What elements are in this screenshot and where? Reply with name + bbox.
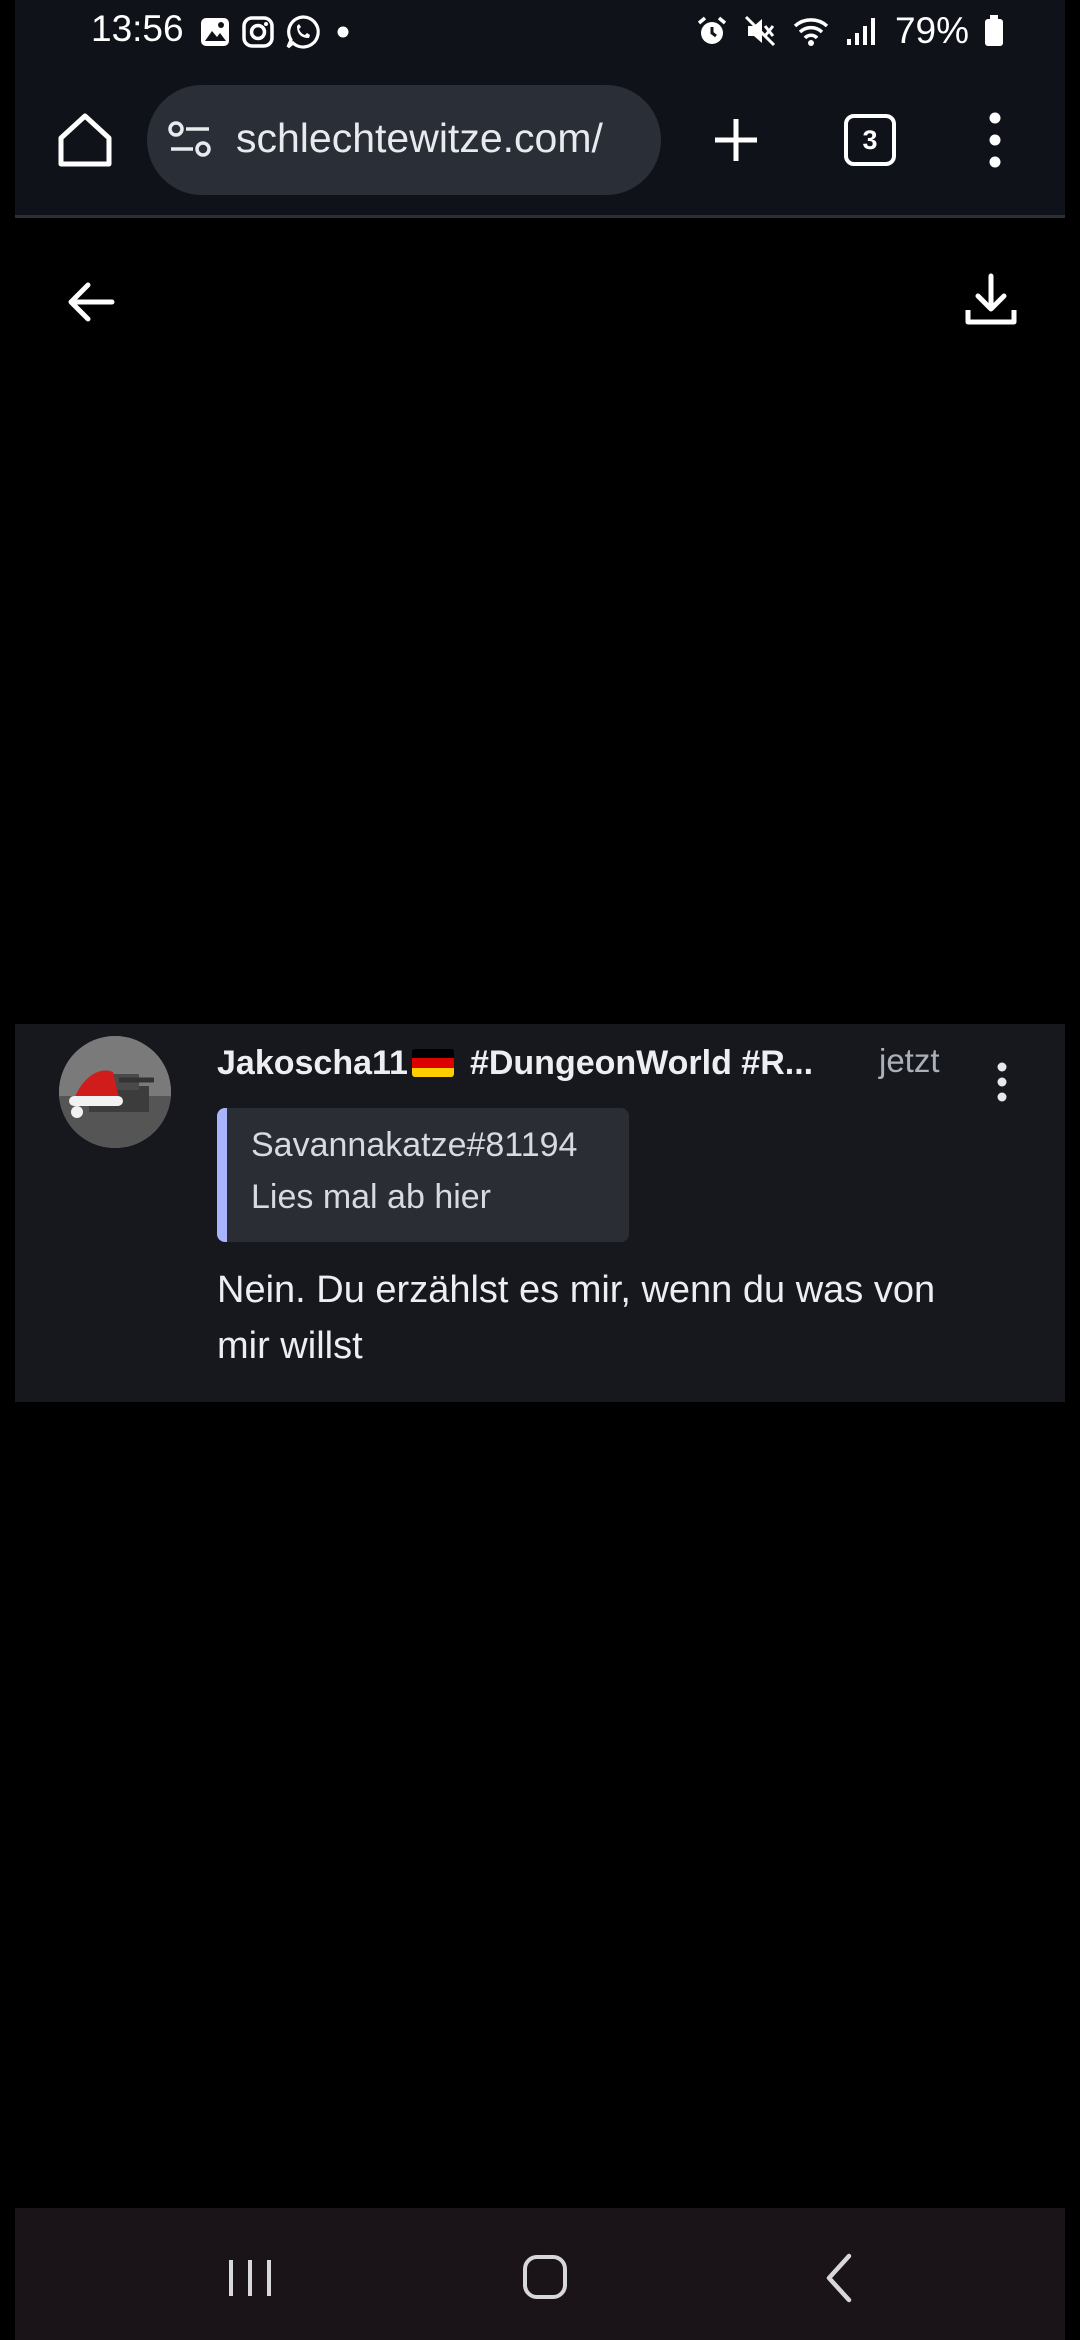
back-button[interactable] bbox=[62, 272, 122, 332]
whatsapp-icon bbox=[285, 14, 321, 50]
germany-flag-icon bbox=[411, 1049, 454, 1077]
tab-switcher-button[interactable]: 3 bbox=[844, 114, 896, 166]
message-time: jetzt bbox=[879, 1042, 940, 1079]
quoted-message[interactable]: Savannakatze#81194 Lies mal ab hier bbox=[217, 1108, 629, 1242]
toolbar: schlechtewitze.com/ 3 bbox=[15, 84, 1065, 196]
quote-bar bbox=[217, 1108, 227, 1242]
message-body: Nein. Du erzählst es mir, wenn du was vo… bbox=[217, 1269, 936, 1367]
chevron-left-icon bbox=[826, 2253, 852, 2303]
battery-percent: 79% bbox=[894, 10, 969, 51]
author-tags: #DungeonWorld #R... bbox=[469, 1043, 814, 1082]
avatar[interactable] bbox=[59, 1036, 171, 1148]
quote-author: Savannakatze#81194 bbox=[251, 1126, 578, 1164]
address-bar[interactable]: schlechtewitze.com/ bbox=[147, 85, 661, 195]
notification-icons bbox=[199, 14, 355, 50]
instagram-icon bbox=[241, 15, 275, 49]
alarm-icon bbox=[695, 14, 729, 48]
home-icon bbox=[58, 113, 112, 167]
status-bar: 13:56 79% bbox=[15, 0, 1065, 62]
dot-icon bbox=[331, 20, 355, 44]
browser-chrome: 13:56 79% schlechtewitze.com/ 3 bbox=[15, 0, 1065, 218]
back-nav-button[interactable] bbox=[821, 2252, 857, 2304]
message-card: Jakoscha11 #DungeonWorld #R... jetzt Sav… bbox=[15, 1024, 1065, 1402]
author-name[interactable]: Jakoscha11 bbox=[217, 1044, 408, 1083]
browser-menu-button[interactable] bbox=[980, 106, 1010, 174]
more-vert-icon bbox=[989, 112, 1001, 168]
home-nav-icon bbox=[523, 2255, 567, 2299]
site-info-icon[interactable] bbox=[167, 118, 213, 162]
arrow-left-icon bbox=[68, 282, 115, 322]
message-menu-button[interactable] bbox=[995, 1060, 1009, 1104]
download-button[interactable] bbox=[960, 270, 1022, 332]
new-tab-button[interactable] bbox=[705, 109, 767, 171]
system-nav-bar bbox=[15, 2208, 1065, 2340]
signal-icon bbox=[845, 15, 881, 47]
more-vert-icon bbox=[997, 1062, 1007, 1102]
battery-icon bbox=[983, 14, 1005, 48]
recents-icon bbox=[229, 2260, 271, 2296]
url-text: schlechtewitze.com/ bbox=[236, 115, 603, 161]
mute-icon bbox=[743, 14, 777, 48]
gallery-icon bbox=[199, 16, 231, 48]
home-nav-button[interactable] bbox=[520, 2252, 570, 2302]
message-header: Jakoscha11 #DungeonWorld #R... bbox=[217, 1038, 977, 1088]
system-status: 79% bbox=[695, 10, 1005, 52]
download-icon bbox=[965, 273, 1017, 325]
plus-icon bbox=[715, 119, 757, 161]
santa-hat-avatar-icon bbox=[59, 1036, 171, 1148]
wifi-icon bbox=[791, 14, 831, 48]
quote-text: Lies mal ab hier bbox=[251, 1178, 492, 1216]
status-time: 13:56 bbox=[91, 8, 184, 49]
divider bbox=[15, 215, 1065, 218]
home-button[interactable] bbox=[53, 108, 117, 172]
recents-button[interactable] bbox=[225, 2256, 275, 2300]
